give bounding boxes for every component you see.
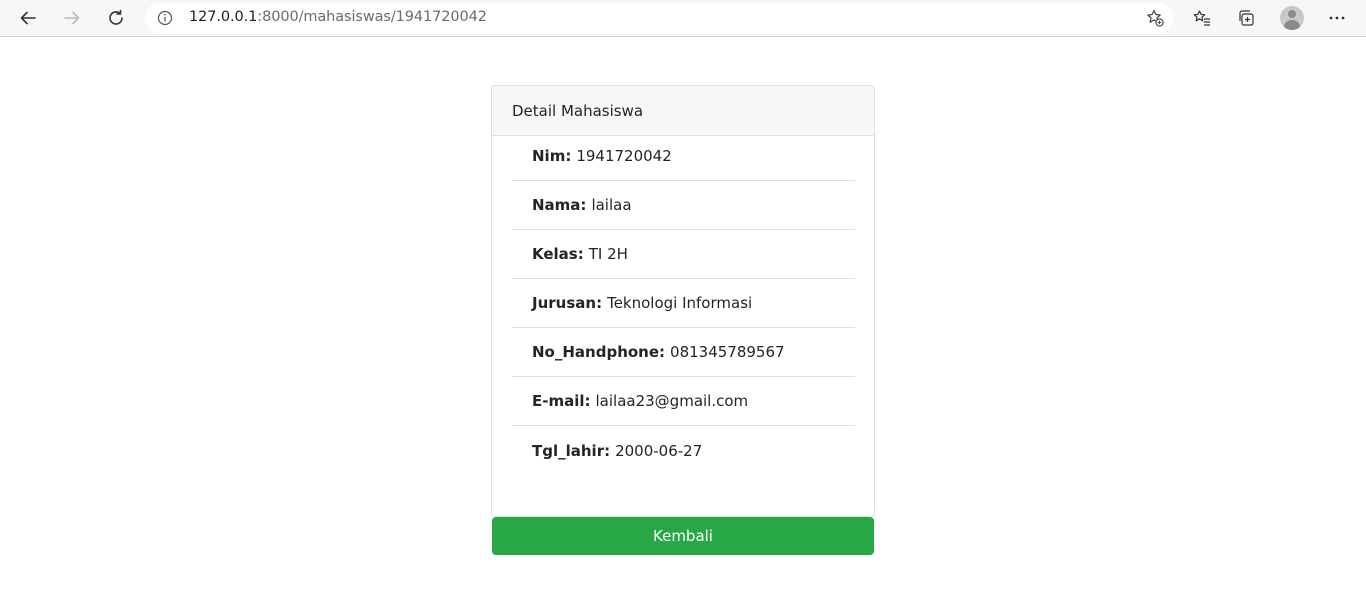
list-item-kelas: Kelas: TI 2H bbox=[512, 230, 855, 279]
detail-card: Detail Mahasiswa Nim: 1941720042 Nama: lai… bbox=[491, 85, 875, 517]
field-value: 081345789567 bbox=[670, 343, 785, 361]
browser-toolbar: 127.0.0.1:8000/mahasiswas/1941720042 bbox=[0, 0, 1366, 37]
url-path: :8000/mahasiswas/1941720042 bbox=[257, 9, 487, 25]
refresh-icon[interactable] bbox=[102, 4, 130, 32]
list-item-email: E-mail: lailaa23@gmail.com bbox=[512, 377, 855, 426]
list-item-no-handphone: No_Handphone: 081345789567 bbox=[512, 328, 855, 377]
add-favorite-icon[interactable] bbox=[1145, 8, 1165, 28]
collections-icon[interactable] bbox=[1232, 4, 1260, 32]
list-item-tgl-lahir: Tgl_lahir: 2000-06-27 bbox=[512, 426, 855, 475]
forward-arrow-icon[interactable] bbox=[58, 4, 86, 32]
list-item-jurusan: Jurusan: Teknologi Informasi bbox=[512, 279, 855, 328]
back-arrow-icon[interactable] bbox=[14, 4, 42, 32]
field-value: Teknologi Informasi bbox=[607, 294, 753, 312]
field-value: 1941720042 bbox=[576, 147, 672, 165]
card-title: Detail Mahasiswa bbox=[492, 86, 874, 136]
list-item-nama: Nama: lailaa bbox=[512, 181, 855, 230]
profile-avatar-icon[interactable] bbox=[1280, 6, 1304, 30]
field-label: No_Handphone: bbox=[532, 343, 666, 361]
field-label: Jurusan: bbox=[532, 294, 603, 312]
field-label: Nim: bbox=[532, 147, 572, 165]
info-icon[interactable] bbox=[157, 10, 173, 26]
field-value: lailaa bbox=[591, 196, 632, 214]
field-label: Kelas: bbox=[532, 245, 584, 263]
field-value: lailaa23@gmail.com bbox=[595, 392, 749, 410]
url-text: 127.0.0.1:8000/mahasiswas/1941720042 bbox=[189, 9, 487, 25]
field-label: Nama: bbox=[532, 196, 587, 214]
field-label: Tgl_lahir: bbox=[532, 441, 611, 460]
back-button[interactable]: Kembali bbox=[492, 517, 874, 555]
url-host: 127.0.0.1 bbox=[189, 9, 258, 25]
list-item-nim: Nim: 1941720042 bbox=[512, 132, 855, 181]
address-bar[interactable]: 127.0.0.1:8000/mahasiswas/1941720042 bbox=[145, 3, 1173, 33]
field-value: TI 2H bbox=[588, 245, 628, 263]
field-label: E-mail: bbox=[532, 392, 591, 410]
field-value: 2000-06-27 bbox=[615, 441, 703, 460]
detail-list: Nim: 1941720042 Nama: lailaa Kelas: TI 2H J… bbox=[512, 147, 855, 475]
favorites-icon[interactable] bbox=[1188, 4, 1216, 32]
more-icon[interactable] bbox=[1323, 4, 1351, 32]
